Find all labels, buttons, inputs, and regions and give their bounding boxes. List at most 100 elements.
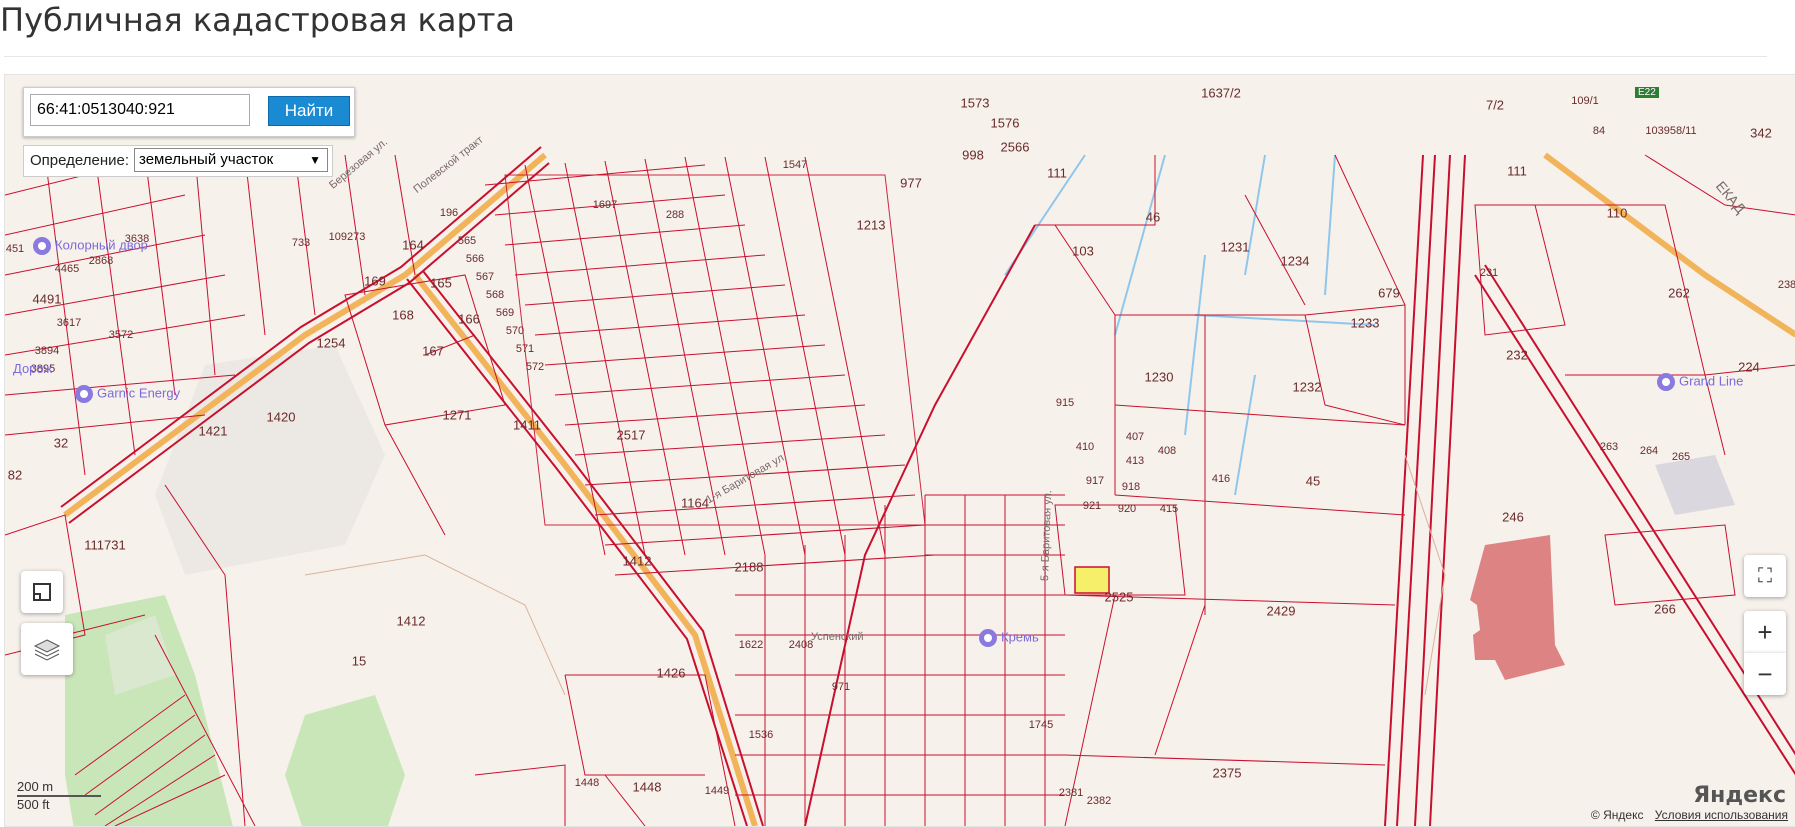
- parcel-label[interactable]: 288: [666, 209, 684, 221]
- parcel-label[interactable]: 46: [1146, 210, 1160, 225]
- parcel-label[interactable]: 15: [352, 654, 366, 669]
- poi-marker[interactable]: Garnic Energy: [75, 385, 180, 403]
- parcel-label[interactable]: 1230: [1145, 370, 1174, 385]
- parcel-label[interactable]: 7/2: [1486, 98, 1504, 113]
- parcel-label[interactable]: 84: [1593, 125, 1605, 137]
- parcel-label[interactable]: 1234: [1281, 254, 1310, 269]
- parcel-label[interactable]: 415: [1160, 503, 1178, 515]
- parcel-label[interactable]: 111: [1507, 164, 1527, 179]
- parcel-label[interactable]: 4491: [33, 292, 62, 307]
- parcel-label[interactable]: 2868: [89, 255, 113, 267]
- parcel-label[interactable]: 263: [1600, 441, 1618, 453]
- parcel-label[interactable]: 110: [1607, 206, 1628, 221]
- parcel-label[interactable]: 565: [458, 235, 476, 247]
- zoom-out-button[interactable]: −: [1744, 653, 1786, 695]
- terms-link[interactable]: Условия использования: [1655, 808, 1788, 822]
- find-button[interactable]: Найти: [268, 96, 350, 126]
- parcel-label[interactable]: 111731: [84, 538, 125, 553]
- parcel-label[interactable]: 917: [1086, 475, 1104, 487]
- parcel-label[interactable]: 2188: [735, 560, 764, 575]
- parcel-label[interactable]: 1448: [633, 780, 662, 795]
- parcel-label[interactable]: 4465: [55, 263, 79, 275]
- parcel-label[interactable]: 238: [1778, 279, 1795, 291]
- parcel-label[interactable]: 451: [6, 243, 24, 255]
- cadastral-number-input[interactable]: [30, 94, 250, 126]
- parcel-label[interactable]: 266: [1654, 602, 1676, 617]
- parcel-label[interactable]: 569: [496, 307, 514, 319]
- parcel-label[interactable]: 168: [392, 308, 414, 323]
- parcel-label[interactable]: 410: [1076, 441, 1094, 453]
- parcel-label[interactable]: 3894: [35, 345, 59, 357]
- parcel-label[interactable]: 1576: [991, 116, 1020, 131]
- parcel-label[interactable]: 232: [1506, 348, 1528, 363]
- parcel-label[interactable]: 166: [458, 312, 480, 327]
- parcel-label[interactable]: 3617: [57, 317, 81, 329]
- parcel-label[interactable]: 1271: [443, 408, 472, 423]
- parcel-label[interactable]: 570: [506, 325, 524, 337]
- parcel-label[interactable]: 165: [430, 276, 452, 291]
- parcel-label[interactable]: 262: [1668, 286, 1690, 301]
- parcel-label[interactable]: 1420: [267, 410, 296, 425]
- parcel-label[interactable]: 109/1: [1571, 95, 1599, 107]
- parcel-label[interactable]: 1448: [575, 777, 599, 789]
- parcel-label[interactable]: 1536: [749, 729, 773, 741]
- parcel-label[interactable]: 103: [1072, 244, 1094, 259]
- parcel-label[interactable]: 413: [1126, 455, 1144, 467]
- parcel-label[interactable]: 265: [1672, 451, 1690, 463]
- parcel-label[interactable]: 231: [1480, 267, 1498, 279]
- parcel-label[interactable]: 920: [1118, 503, 1136, 515]
- parcel-label[interactable]: 1411: [513, 418, 541, 433]
- fullscreen-button[interactable]: ⛶: [1744, 555, 1786, 597]
- parcel-label[interactable]: 45: [1306, 474, 1320, 489]
- parcel-label[interactable]: 408: [1158, 445, 1176, 457]
- parcel-label[interactable]: 264: [1640, 445, 1658, 457]
- parcel-label[interactable]: 2382: [1087, 795, 1111, 807]
- parcel-label[interactable]: 2525: [1105, 590, 1134, 605]
- parcel-label[interactable]: 342: [1750, 126, 1772, 141]
- parcel-label[interactable]: 1426: [657, 666, 686, 681]
- parcel-label[interactable]: 1412: [397, 614, 426, 629]
- parcel-label[interactable]: 82: [8, 468, 22, 483]
- parcel-label[interactable]: 2429: [1267, 604, 1296, 619]
- parcel-label[interactable]: 167: [422, 344, 444, 359]
- parcel-label[interactable]: 1622: [739, 639, 763, 651]
- parcel-label[interactable]: 103958/11: [1645, 125, 1696, 137]
- zoom-in-button[interactable]: +: [1744, 611, 1786, 653]
- parcel-label[interactable]: 1213: [857, 218, 886, 233]
- parcel-label[interactable]: 679: [1378, 286, 1400, 301]
- parcel-label[interactable]: 169: [364, 274, 386, 289]
- parcel-label[interactable]: 111: [1047, 166, 1067, 181]
- parcel-label[interactable]: 572: [526, 361, 544, 373]
- parcel-label[interactable]: 2566: [1001, 140, 1030, 155]
- parcel-label[interactable]: 915: [1056, 397, 1074, 409]
- parcel-label[interactable]: 1254: [317, 336, 346, 351]
- parcel-label[interactable]: 1745: [1029, 719, 1053, 731]
- parcel-label[interactable]: 733: [292, 237, 310, 249]
- parcel-label[interactable]: 568: [486, 289, 504, 301]
- poi-marker[interactable]: Колорный двор: [33, 237, 148, 255]
- parcel-label[interactable]: 1547: [783, 159, 807, 171]
- layers-button[interactable]: [21, 623, 73, 675]
- parcel-label[interactable]: 567: [476, 271, 494, 283]
- parcel-label[interactable]: 1697: [593, 199, 617, 211]
- ruler-button[interactable]: [21, 571, 63, 613]
- parcel-label[interactable]: 2517: [617, 428, 646, 443]
- definition-select[interactable]: земельный участок ▼: [134, 148, 328, 172]
- parcel-label[interactable]: 32: [54, 436, 68, 451]
- parcel-label[interactable]: 246: [1502, 510, 1524, 525]
- parcel-label[interactable]: 1637/2: [1201, 86, 1241, 101]
- parcel-label[interactable]: 971: [832, 681, 850, 693]
- parcel-label[interactable]: 2408: [789, 639, 813, 651]
- parcel-label[interactable]: 566: [466, 253, 484, 265]
- parcel-label[interactable]: 3572: [109, 329, 133, 341]
- parcel-label[interactable]: 1232: [1293, 380, 1322, 395]
- parcel-label-highlighted[interactable]: 921: [1083, 500, 1101, 512]
- cadastral-map[interactable]: 1637/2 1573 1576 2566 998 977 111 1213 1…: [4, 74, 1795, 827]
- parcel-label[interactable]: 1412: [623, 554, 652, 569]
- parcel-label[interactable]: 1449: [705, 785, 729, 797]
- parcel-label[interactable]: 998: [962, 148, 984, 163]
- parcel-label[interactable]: 571: [516, 343, 534, 355]
- poi-marker[interactable]: Дорож: [13, 361, 52, 376]
- parcel-label[interactable]: 918: [1122, 481, 1140, 493]
- parcel-label[interactable]: 164: [402, 238, 424, 253]
